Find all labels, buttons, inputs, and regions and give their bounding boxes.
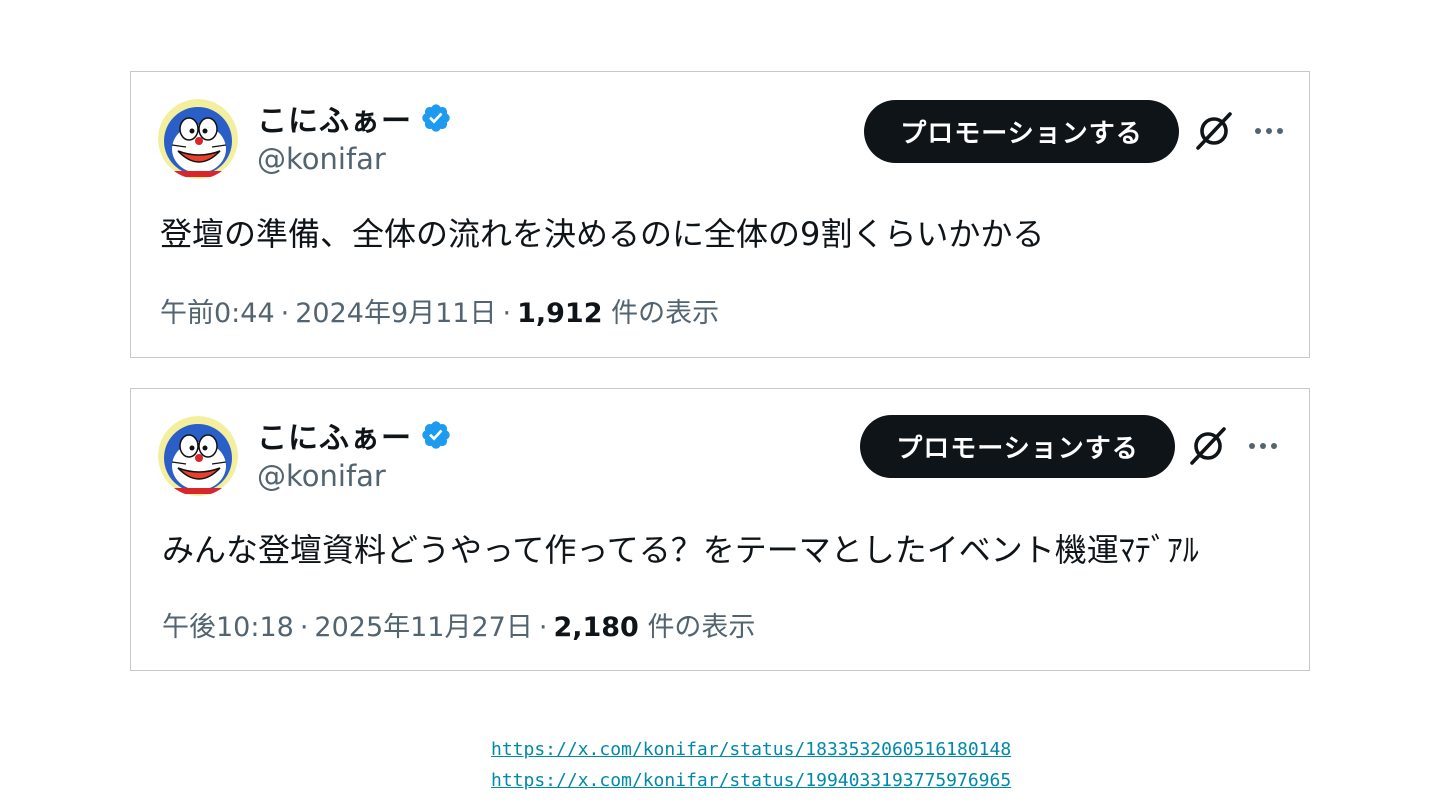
avatar[interactable]: [158, 416, 238, 496]
tweet-text: みんな登壇資料どうやって作ってる？をテーマとしたイベント機運ﾏﾃﾞｱﾙ: [162, 531, 1199, 569]
views-label: 件の表示: [611, 298, 720, 329]
tweet-card: こにふぁー @konifar プロモーションする 登壇の準備、全体の流れを決める…: [130, 71, 1310, 358]
grok-icon[interactable]: [1195, 110, 1235, 152]
grok-icon[interactable]: [1189, 425, 1229, 467]
user-handle[interactable]: @konifar: [257, 142, 386, 176]
promote-button[interactable]: プロモーションする: [864, 100, 1179, 163]
views-label: 件の表示: [647, 612, 756, 643]
tweet-time[interactable]: 午前0:44: [160, 298, 275, 329]
display-name[interactable]: こにふぁー: [257, 96, 412, 140]
tweet-meta: 午後10:18 · 2025年11月27日 · 2,180 件の表示: [162, 605, 755, 644]
tweet-date[interactable]: 2024年9月11日: [295, 298, 496, 329]
tweet-time[interactable]: 午後10:18: [162, 612, 294, 643]
tweet-card: こにふぁー @konifar プロモーションする みんな登壇資料どうやって作って…: [130, 388, 1310, 671]
verified-badge-icon: [420, 419, 452, 451]
source-links: https://x.com/konifar/status/18335320605…: [491, 734, 1011, 796]
more-icon[interactable]: [1246, 429, 1280, 463]
more-icon[interactable]: [1252, 114, 1286, 148]
separator-dot: ·: [280, 298, 290, 329]
display-name[interactable]: こにふぁー: [257, 413, 412, 457]
views-count: 1,912: [517, 298, 603, 329]
tweet-text: 登壇の準備、全体の流れを決めるのに全体の9割くらいかかる: [160, 215, 1045, 253]
author-name-row: こにふぁー: [257, 413, 452, 457]
separator-dot: ·: [538, 612, 548, 643]
avatar-image: [158, 416, 238, 496]
separator-dot: ·: [299, 612, 309, 643]
views-count: 2,180: [553, 612, 639, 643]
avatar[interactable]: [158, 99, 238, 179]
source-link[interactable]: https://x.com/konifar/status/18335320605…: [491, 734, 1011, 765]
promote-button[interactable]: プロモーションする: [860, 415, 1175, 478]
separator-dot: ·: [502, 298, 512, 329]
slide-page: こにふぁー @konifar プロモーションする 登壇の準備、全体の流れを決める…: [0, 0, 1440, 810]
author-name-row: こにふぁー: [257, 96, 452, 140]
source-link[interactable]: https://x.com/konifar/status/19940331937…: [491, 765, 1011, 796]
verified-badge-icon: [420, 102, 452, 134]
tweet-meta: 午前0:44 · 2024年9月11日 · 1,912 件の表示: [160, 291, 719, 330]
tweet-date[interactable]: 2025年11月27日: [314, 612, 532, 643]
user-handle[interactable]: @konifar: [257, 459, 386, 493]
avatar-image: [158, 99, 238, 179]
